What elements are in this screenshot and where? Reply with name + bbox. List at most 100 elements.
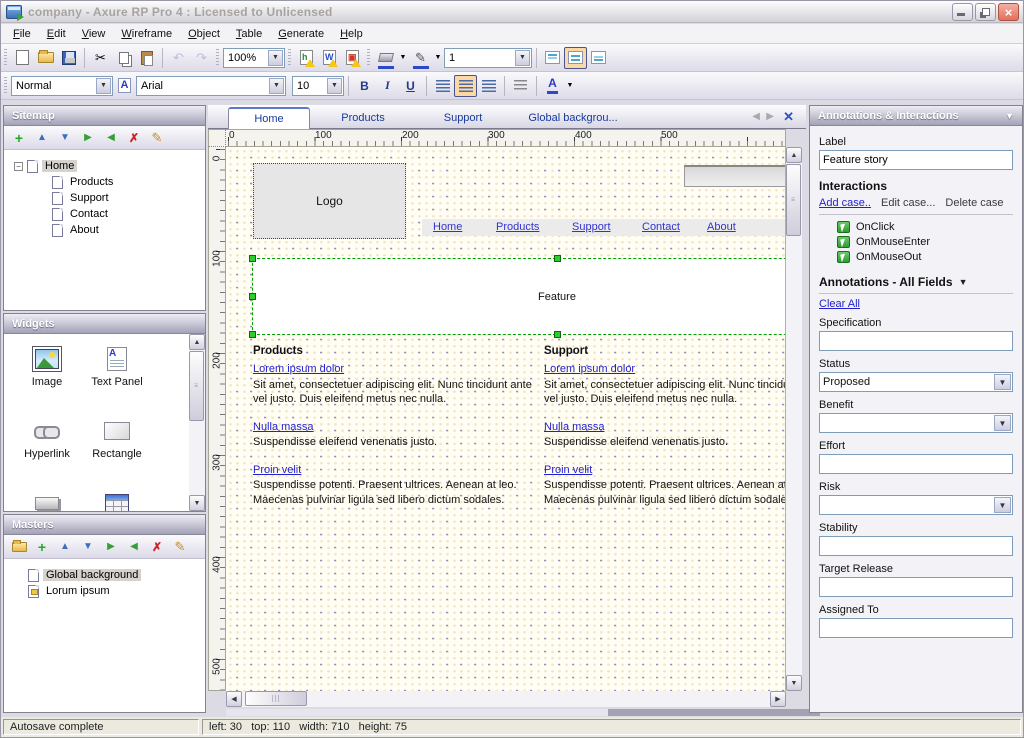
chevron-down-icon[interactable]: ▼ (327, 78, 342, 94)
add-page-button[interactable]: + (10, 129, 28, 147)
scroll-up-arrow[interactable]: ▲ (786, 147, 802, 163)
wireframe-canvas[interactable]: Logo Home Products Support Contact About… (226, 147, 786, 691)
italic-button[interactable]: I (376, 75, 399, 97)
risk-select[interactable]: ▼ (819, 495, 1013, 515)
toolbar-grip[interactable] (288, 49, 291, 67)
annotations-chevron-icon[interactable]: ▼ (959, 277, 968, 287)
font-color-button[interactable]: A (541, 75, 564, 97)
toolbar-grip[interactable] (4, 77, 7, 95)
wireframe-link[interactable]: Nulla massa (253, 420, 314, 435)
sitemap-item-about[interactable]: About (14, 222, 205, 238)
wireframe-link[interactable]: Nulla massa (544, 420, 605, 435)
master-item-lorum-ipsum[interactable]: Lorum ipsum (28, 583, 205, 599)
toolbar-grip[interactable] (216, 49, 219, 67)
event-onclick[interactable]: OnClick (837, 221, 1013, 233)
font-size-combobox[interactable]: 10 ▼ (292, 76, 344, 96)
scroll-up-arrow[interactable]: ▲ (189, 334, 205, 350)
tab-support[interactable]: Support (418, 107, 508, 129)
scrollbar-thumb[interactable]: ≡ (786, 164, 801, 236)
underline-button[interactable]: U (399, 75, 422, 97)
tab-scroll-right-icon[interactable]: ▶ (766, 111, 774, 122)
chevron-down-icon[interactable]: ▼ (515, 50, 530, 66)
close-button[interactable]: × (998, 3, 1019, 21)
pane-scroll-thumb[interactable] (608, 709, 820, 716)
sitemap-item-home[interactable]: − Home (14, 158, 205, 174)
menu-object[interactable]: Object (180, 26, 228, 42)
valign-bottom-button[interactable] (587, 47, 610, 69)
wireframe-link[interactable]: Lorem ipsum dolor (544, 362, 635, 377)
scroll-left-arrow[interactable]: ◀ (226, 691, 242, 707)
chevron-down-icon[interactable]: ▼ (269, 78, 284, 94)
edit-case-link[interactable]: Edit case... (881, 197, 935, 209)
cut-button[interactable]: ✂ (89, 47, 112, 69)
indent-button[interactable]: ▶ (102, 538, 120, 556)
line-width-combobox[interactable]: 1 ▼ (444, 48, 532, 68)
save-button[interactable] (57, 47, 80, 69)
sitemap-item-support[interactable]: Support (14, 190, 205, 206)
chevron-down-icon[interactable]: ▼ (994, 497, 1011, 513)
paste-button[interactable] (135, 47, 158, 69)
new-button[interactable] (11, 47, 34, 69)
fill-color-dropdown[interactable]: ▼ (397, 47, 409, 69)
effort-input[interactable] (819, 454, 1013, 474)
widget-button[interactable] (12, 488, 82, 511)
feature-widget-selected[interactable]: Feature (252, 258, 786, 335)
widget-rectangle[interactable]: Rectangle (82, 416, 152, 460)
sitemap-item-contact[interactable]: Contact (14, 206, 205, 222)
assigned-to-input[interactable] (819, 618, 1013, 638)
widget-image[interactable]: Image (12, 344, 82, 388)
tab-home[interactable]: Home (228, 107, 310, 129)
copy-button[interactable] (112, 47, 135, 69)
wireframe-link[interactable]: Proin velit (544, 463, 592, 478)
align-center-button[interactable] (454, 75, 477, 97)
menu-generate[interactable]: Generate (270, 26, 332, 42)
add-case-link[interactable]: Add case.. (819, 197, 871, 209)
export-image-button[interactable]: ▣ (341, 47, 364, 69)
toolbar-grip[interactable] (367, 49, 370, 67)
nav-link-products[interactable]: Products (496, 221, 539, 233)
label-input[interactable] (819, 150, 1013, 170)
move-down-button[interactable]: ▼ (79, 538, 97, 556)
open-button[interactable] (34, 47, 57, 69)
align-right-button[interactable] (477, 75, 500, 97)
tab-global-background[interactable]: Global backgrou... (513, 107, 633, 129)
font-combobox[interactable]: Arial ▼ (136, 76, 286, 96)
restore-button[interactable] (975, 3, 996, 21)
edit-master-button[interactable]: ✎ (171, 538, 189, 556)
tab-close-icon[interactable]: ✕ (783, 109, 794, 125)
generate-prototype-button[interactable]: h (295, 47, 318, 69)
redo-button[interactable]: ↷ (190, 47, 213, 69)
clear-all-link[interactable]: Clear All (819, 298, 860, 310)
nav-link-home[interactable]: Home (433, 221, 462, 233)
scroll-right-arrow[interactable]: ▶ (770, 691, 786, 707)
bullet-list-button[interactable] (509, 75, 532, 97)
selection-handle[interactable] (249, 331, 256, 338)
widget-table[interactable] (82, 488, 152, 511)
edit-page-button[interactable]: ✎ (148, 129, 166, 147)
nav-link-contact[interactable]: Contact (642, 221, 680, 233)
outdent-button[interactable]: ◀ (102, 129, 120, 147)
valign-top-button[interactable] (541, 47, 564, 69)
tab-scroll-left-icon[interactable]: ◀ (752, 111, 760, 122)
wireframe-link[interactable]: Proin velit (253, 463, 301, 478)
chevron-down-icon[interactable]: ▼ (994, 374, 1011, 390)
stability-input[interactable] (819, 536, 1013, 556)
move-down-button[interactable]: ▼ (56, 129, 74, 147)
chevron-down-icon[interactable]: ▼ (96, 78, 111, 94)
delete-page-button[interactable]: ✗ (125, 129, 143, 147)
menu-view[interactable]: View (74, 26, 114, 42)
search-box-placeholder[interactable] (684, 165, 786, 187)
menu-help[interactable]: Help (332, 26, 371, 42)
new-folder-button[interactable] (10, 538, 28, 556)
event-onmouseenter[interactable]: OnMouseEnter (837, 236, 1013, 248)
fill-color-button[interactable] (374, 47, 397, 69)
canvas-horizontal-scrollbar[interactable]: ◀ ||| ▶ (226, 691, 786, 707)
indent-button[interactable]: ▶ (79, 129, 97, 147)
wireframe-link[interactable]: Lorem ipsum dolor (253, 362, 344, 377)
delete-master-button[interactable]: ✗ (148, 538, 166, 556)
event-onmouseout[interactable]: OnMouseOut (837, 251, 1013, 263)
selection-handle[interactable] (249, 293, 256, 300)
target-release-input[interactable] (819, 577, 1013, 597)
scrollbar-thumb[interactable]: ≡ (189, 351, 204, 421)
nav-link-support[interactable]: Support (572, 221, 611, 233)
